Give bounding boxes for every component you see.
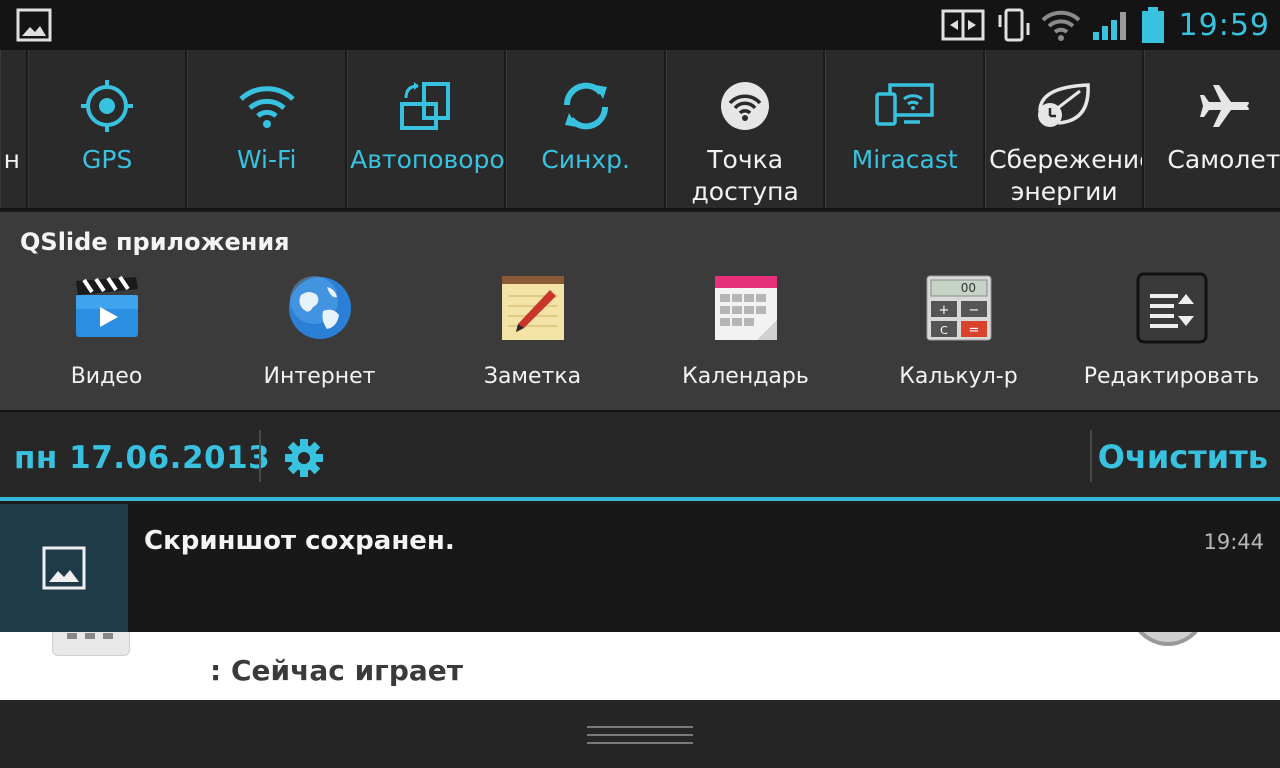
qs-tile-label: Точка доступа (691, 145, 799, 206)
qs-tile-power-saver[interactable]: Сбережение энергии (984, 50, 1145, 210)
qs-tile-wifi[interactable]: Wi-Fi (187, 50, 347, 210)
notification-icon-box (0, 504, 128, 632)
divider (1090, 430, 1092, 482)
qslide-app-calendar[interactable]: Календарь (639, 272, 852, 389)
wifi-signal-icon (1041, 10, 1080, 41)
qslide-app-label: Редактировать (1083, 364, 1260, 389)
qslide-app-video[interactable]: Видео (0, 272, 213, 389)
device-icon (52, 632, 130, 656)
qs-tile-label: Самолет (1167, 145, 1280, 174)
notification-title: Скриншот сохранен. (144, 526, 455, 556)
svg-text:C: C (940, 324, 948, 337)
qslide-app-memo[interactable]: Заметка (426, 272, 639, 389)
image-notification-icon (16, 8, 52, 42)
qslide-app-label: Интернет (263, 364, 376, 389)
qslide-app-edit[interactable]: Редактировать (1065, 272, 1278, 389)
qs-tile-airplane[interactable]: Самолет (1144, 50, 1280, 210)
date-label: пн 17.06.2013 (14, 440, 271, 476)
qslide-title: QSlide приложения (20, 228, 290, 256)
qs-tile-miracast[interactable]: Miracast (825, 50, 985, 210)
cell-signal-icon (1092, 12, 1126, 40)
hotspot-icon (720, 78, 770, 134)
qslide-app-calculator[interactable]: 00 + − C = Калькул-р (852, 272, 1065, 389)
qs-tile-label: GPS (82, 145, 133, 174)
qs-tile-label: Сбережение энергии (989, 145, 1145, 206)
now-playing-text: : Сейчас играет (210, 654, 463, 687)
qslide-app-internet[interactable]: Интернет (213, 272, 426, 389)
svg-text:=: = (968, 323, 979, 338)
divider (259, 430, 261, 482)
qs-tile-partial[interactable]: н (0, 50, 28, 210)
screen-switch-icon (941, 9, 985, 41)
wifi-icon (237, 78, 297, 134)
qs-tile-hotspot[interactable]: Точка доступа (665, 50, 826, 210)
battery-icon (1141, 7, 1164, 43)
accent-line (0, 497, 1280, 501)
video-icon (71, 272, 143, 344)
gps-icon (79, 78, 135, 134)
svg-text:−: − (968, 303, 979, 318)
drag-handle[interactable] (587, 726, 693, 746)
globe-icon (284, 272, 356, 344)
power-saver-icon (1034, 78, 1094, 134)
qslide-app-label: Калькул-р (899, 364, 1018, 389)
qslide-app-label: Заметка (483, 364, 582, 389)
date-bar: пн 17.06.2013 Очистить (0, 410, 1280, 500)
gear-icon[interactable] (284, 438, 324, 478)
clear-button[interactable]: Очистить (1098, 438, 1268, 476)
notification-screenshot[interactable]: Скриншот сохранен. 19:44 (0, 504, 1280, 632)
qs-tile-label: н (3, 145, 20, 174)
calculator-icon: 00 + − C = (923, 272, 995, 344)
qslide-apps: Видео Интернет Заметка Календарь 00 + − … (0, 272, 1280, 389)
sync-icon (559, 78, 613, 134)
clock: 19:59 (1178, 7, 1270, 43)
notification-time: 19:44 (1203, 530, 1264, 554)
panel-bottom (0, 700, 1280, 768)
vibrate-icon (998, 8, 1030, 42)
status-icons: 19:59 (941, 4, 1270, 46)
avatar (1128, 632, 1208, 646)
memo-icon (497, 272, 569, 344)
qs-tile-auto-rotate[interactable]: Автоповорот (346, 50, 507, 210)
qs-tile-label: Синхр. (541, 145, 630, 174)
svg-text:00: 00 (960, 281, 975, 295)
qs-tile-gps[interactable]: GPS (27, 50, 188, 210)
qslide-app-label: Видео (70, 364, 143, 389)
qs-tile-sync[interactable]: Синхр. (506, 50, 666, 210)
edit-list-icon (1136, 272, 1208, 344)
background-card: : Сейчас играет (0, 632, 1280, 700)
image-icon (42, 546, 86, 590)
qs-tile-label: Автоповорот (350, 145, 505, 174)
qs-tile-label: Wi-Fi (236, 145, 297, 174)
quick-settings-bar: н GPS Wi-Fi Автоповорот Синхр. Точка дос… (0, 50, 1280, 210)
calendar-icon (710, 272, 782, 344)
auto-rotate-icon (398, 78, 454, 134)
status-bar: 19:59 (0, 0, 1280, 50)
miracast-icon (874, 78, 936, 134)
qslide-app-label: Календарь (682, 364, 809, 389)
qs-tile-label: Miracast (851, 145, 958, 174)
svg-text:+: + (938, 303, 949, 318)
qslide-panel: QSlide приложения Видео Интернет Заметка… (0, 212, 1280, 410)
airplane-icon (1197, 78, 1251, 134)
